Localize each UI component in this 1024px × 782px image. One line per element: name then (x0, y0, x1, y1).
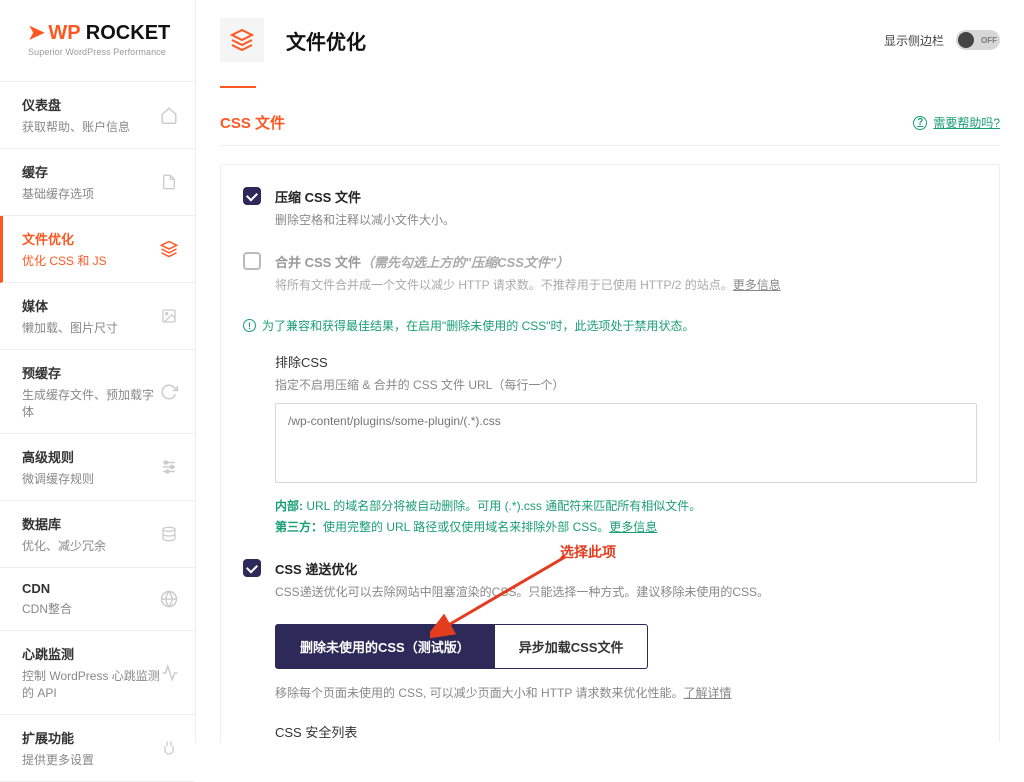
nav-advanced-rules[interactable]: 高级规则微调缓存规则 (0, 434, 195, 501)
nav-sub: 控制 WordPress 心跳监测的 API (22, 667, 161, 701)
option-compress-css: 压缩 CSS 文件 删除空格和注释以减小文件大小。 (243, 187, 977, 230)
css-delivery-label: CSS 递送优化 (275, 559, 977, 578)
notice-disabled: ! 为了兼容和获得最佳结果，在启用"删除未使用的 CSS"时，此选项处于禁用状态… (243, 317, 977, 334)
section-header: CSS 文件 ? 需要帮助吗? (220, 112, 1000, 146)
logo: ➤ WP ROCKET Superior WordPress Performan… (0, 0, 195, 82)
logo-wp-caret: ➤ (28, 22, 45, 44)
question-icon: ? (913, 116, 927, 130)
logo-wp: WP (48, 22, 80, 44)
database-icon (159, 524, 179, 544)
nav-heartbeat[interactable]: 心跳监测控制 WordPress 心跳监测的 API (0, 631, 195, 715)
nav-title: 心跳监测 (22, 644, 161, 663)
nav-sub: 获取帮助、账户信息 (22, 118, 130, 135)
nav-title: 文件优化 (22, 229, 107, 248)
merge-css-desc: 将所有文件合并成一个文件以减少 HTTP 请求数。不推荐用于已使用 HTTP/2… (275, 276, 977, 295)
option-css-delivery: CSS 递送优化 CSS递送优化可以去除网站中阻塞渲染的CSS。只能选择一种方式… (243, 559, 977, 602)
nav-sub: 生成缓存文件、预加载字体 (22, 386, 160, 420)
info-icon: ! (243, 319, 256, 332)
layers-icon (159, 239, 179, 259)
remove-unused-more-link[interactable]: 了解详情 (683, 686, 731, 700)
merge-css-label-text: 合并 CSS 文件 (275, 255, 361, 270)
css-delivery-checkbox[interactable] (243, 559, 261, 577)
notice-text: 为了兼容和获得最佳结果，在启用"删除未使用的 CSS"时，此选项处于禁用状态。 (262, 317, 695, 334)
merge-css-more-link[interactable]: 更多信息 (733, 278, 781, 292)
help-link-text: 需要帮助吗? (933, 114, 1000, 131)
nav-sub: 懒加载、图片尺寸 (22, 319, 118, 336)
compress-css-checkbox[interactable] (243, 187, 261, 205)
globe-icon (159, 589, 179, 609)
nav-sub: CDN整合 (22, 600, 72, 617)
heartbeat-icon (161, 663, 179, 683)
merge-css-checkbox (243, 252, 261, 270)
show-sidebar-toggle[interactable]: OFF (956, 30, 1000, 50)
merge-css-label: 合并 CSS 文件（需先勾选上方的"压缩CSS文件"） (275, 252, 977, 271)
remove-unused-desc: 移除每个页面未使用的 CSS, 可以减少页面大小和 HTTP 请求数来优化性能。… (275, 683, 977, 703)
nav-sub: 基础缓存选项 (22, 185, 94, 202)
compress-css-desc: 删除空格和注释以减小文件大小。 (275, 211, 977, 230)
nav: 仪表盘获取帮助、账户信息 缓存基础缓存选项 文件优化优化 CSS 和 JS 媒体… (0, 82, 195, 782)
nav-database[interactable]: 数据库优化、减少冗余 (0, 501, 195, 568)
option-merge-css: 合并 CSS 文件（需先勾选上方的"压缩CSS文件"） 将所有文件合并成一个文件… (243, 252, 977, 295)
image-icon (159, 306, 179, 326)
show-sidebar-label: 显示侧边栏 (884, 32, 944, 49)
nav-cdn[interactable]: CDN CDN整合 (0, 568, 195, 631)
file-icon (159, 172, 179, 192)
nav-title: CDN (22, 581, 72, 596)
home-icon (159, 105, 179, 125)
sidebar: ➤ WP ROCKET Superior WordPress Performan… (0, 0, 196, 742)
nav-file-optimize[interactable]: 文件优化优化 CSS 和 JS (0, 216, 195, 283)
main: 文件优化 显示侧边栏 OFF CSS 文件 ? 需要帮助吗? 压缩 CSS 文件 … (196, 0, 1024, 742)
css-card: 压缩 CSS 文件 删除空格和注释以减小文件大小。 合并 CSS 文件（需先勾选… (220, 164, 1000, 742)
nav-title: 媒体 (22, 296, 118, 315)
note-third-bold: 第三方： (275, 520, 323, 534)
async-load-css-button[interactable]: 异步加载CSS文件 (495, 624, 649, 669)
merge-css-hint: （需先勾选上方的"压缩CSS文件"） (361, 255, 569, 270)
page-title: 文件优化 (286, 26, 366, 55)
css-delivery-buttons: 删除未使用的CSS（测试版） 异步加载CSS文件 (275, 624, 977, 669)
exclude-css-title: 排除CSS (275, 352, 977, 371)
remove-unused-desc-text: 移除每个页面未使用的 CSS, 可以减少页面大小和 HTTP 请求数来优化性能。 (275, 686, 683, 700)
merge-css-desc-text: 将所有文件合并成一个文件以减少 HTTP 请求数。不推荐用于已使用 HTTP/2… (275, 278, 733, 292)
note-third: 使用完整的 URL 路径或仅使用域名来排除外部 CSS。 (323, 520, 609, 534)
nav-sub: 优化、减少冗余 (22, 537, 106, 554)
nav-title: 数据库 (22, 514, 106, 533)
nav-sub: 微调缓存规则 (22, 470, 94, 487)
exclude-css-desc: 指定不启用压缩 & 合并的 CSS 文件 URL（每行一个） (275, 376, 977, 393)
nav-title: 预缓存 (22, 363, 160, 382)
logo-tagline: Superior WordPress Performance (28, 47, 179, 57)
nav-sub: 优化 CSS 和 JS (22, 252, 107, 269)
sliders-icon (159, 457, 179, 477)
remove-unused-css-button[interactable]: 删除未使用的CSS（测试版） (275, 624, 495, 669)
nav-title: 扩展功能 (22, 728, 94, 747)
toggle-state: OFF (981, 36, 997, 45)
nav-title: 高级规则 (22, 447, 94, 466)
compress-css-label: 压缩 CSS 文件 (275, 187, 977, 206)
css-delivery-desc: CSS递送优化可以去除网站中阻塞渲染的CSS。只能选择一种方式。建议移除未使用的… (275, 583, 977, 602)
logo-rocket: ROCKET (80, 22, 170, 44)
nav-extensions[interactable]: 扩展功能提供更多设置 (0, 715, 195, 782)
note-inner: URL 的域名部分将被自动删除。可用 (.*).css 通配符来匹配所有相似文件… (303, 499, 701, 513)
section-title: CSS 文件 (220, 112, 285, 133)
exclude-css-textarea[interactable] (275, 403, 977, 483)
nav-sub: 提供更多设置 (22, 751, 94, 768)
plug-icon (159, 738, 179, 758)
css-safelist-title: CSS 安全列表 (275, 722, 977, 741)
nav-title: 缓存 (22, 162, 94, 181)
refresh-icon (160, 382, 179, 402)
note-inner-bold: 内部: (275, 499, 303, 513)
nav-dashboard[interactable]: 仪表盘获取帮助、账户信息 (0, 82, 195, 149)
nav-cache[interactable]: 缓存基础缓存选项 (0, 149, 195, 216)
nav-precache[interactable]: 预缓存生成缓存文件、预加载字体 (0, 350, 195, 434)
help-link[interactable]: ? 需要帮助吗? (913, 114, 1000, 131)
exclude-css-note: 内部: URL 的域名部分将被自动删除。可用 (.*).css 通配符来匹配所有… (275, 496, 977, 537)
exclude-css-block: 排除CSS 指定不启用压缩 & 合并的 CSS 文件 URL（每行一个） 内部:… (275, 352, 977, 537)
header-layers-icon (220, 18, 264, 62)
page-header: 文件优化 显示侧边栏 OFF (196, 0, 1024, 86)
nav-media[interactable]: 媒体懒加载、图片尺寸 (0, 283, 195, 350)
nav-title: 仪表盘 (22, 95, 130, 114)
exclude-more-link[interactable]: 更多信息 (609, 520, 657, 534)
